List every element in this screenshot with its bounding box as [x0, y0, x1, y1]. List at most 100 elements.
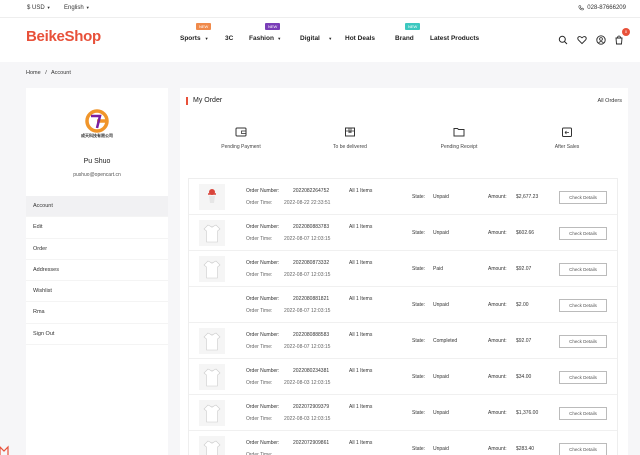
nav-item-3c[interactable]: 3C — [225, 35, 233, 42]
order-state: Unpaid — [433, 194, 449, 200]
order-number: 2022082264752 — [293, 188, 330, 194]
breadcrumb-home[interactable]: Home — [26, 70, 41, 76]
order-items-count: All 1 Items — [349, 224, 373, 230]
amount-label: Amount: — [488, 194, 507, 200]
language-selector[interactable]: English ▼ — [64, 5, 90, 11]
amount-label: Amount: — [488, 230, 507, 236]
status-label: To be delivered — [333, 144, 367, 150]
check-details-button[interactable]: Check Details — [559, 299, 607, 312]
state-label: State: — [412, 266, 426, 272]
chevron-down-icon: ▼ — [328, 36, 333, 41]
product-thumbnail — [199, 364, 225, 390]
status-label: Pending Receipt — [440, 144, 478, 150]
product-thumbnail — [199, 220, 225, 246]
table-row: Order Number: 2022080883783 All 1 Items Ord… — [189, 215, 617, 251]
product-thumbnail — [199, 328, 225, 354]
order-amount: $92.07 — [516, 338, 532, 344]
order-amount: $283.40 — [516, 446, 535, 452]
nav-item-fashion[interactable]: Fashion — [249, 35, 274, 42]
order-items-count: All 1 Items — [349, 260, 373, 266]
order-number-label: Order Number: — [246, 332, 280, 338]
search-icon[interactable] — [558, 35, 568, 45]
status-label: Pending Payment — [221, 144, 261, 150]
order-time-label: Order Time: — [246, 200, 273, 206]
order-state: Unpaid — [433, 302, 449, 308]
order-time: 2022-08-07 12:03:15 — [284, 308, 331, 314]
nav-item-digital[interactable]: Digital — [300, 35, 320, 42]
check-details-button[interactable]: Check Details — [559, 371, 607, 384]
order-amount: $2.00 — [516, 302, 529, 308]
check-details-button[interactable]: Check Details — [559, 335, 607, 348]
order-number: 2022080881821 — [293, 296, 330, 302]
sidebar-item-sign-out[interactable]: Sign Out — [26, 324, 168, 346]
order-items-count: All 1 Items — [349, 368, 373, 374]
check-details-button[interactable]: Check Details — [559, 191, 607, 204]
order-state: Unpaid — [433, 446, 449, 452]
check-details-button[interactable]: Check Details — [559, 263, 607, 276]
order-state: Unpaid — [433, 410, 449, 416]
chevron-down-icon: ▼ — [46, 5, 51, 10]
user-icon[interactable] — [596, 35, 606, 45]
order-time: 2022-08-07 12:03:15 — [284, 272, 331, 278]
sidebar-item-order[interactable]: Order — [26, 239, 168, 260]
order-items-count: All 1 Items — [349, 440, 373, 446]
order-state: Completed — [433, 338, 458, 344]
nav-badge: NEW — [265, 23, 281, 30]
all-orders-link[interactable]: All Orders — [598, 98, 622, 104]
chevron-down-icon: ▼ — [277, 36, 282, 41]
currency-selector[interactable]: $ USD ▼ — [27, 5, 51, 11]
status-to-be-delivered[interactable]: To be delivered — [305, 126, 395, 150]
order-number: 2022072909861 — [293, 440, 330, 446]
user-email: pushuo@opencart.cn — [73, 172, 121, 178]
return-icon — [562, 127, 572, 137]
order-state: Paid — [433, 266, 444, 272]
order-number: 2022072909379 — [293, 404, 330, 410]
status-after-sales[interactable]: After Sales — [522, 126, 612, 150]
status-pending-receipt[interactable]: Pending Receipt — [414, 126, 504, 150]
site-header: BeikeShop Sports ▼ NEW 3C Fashion ▼ NEW Digital… — [0, 18, 640, 62]
sidebar-item-addresses[interactable]: Addresses — [26, 260, 168, 282]
table-row: Order Number: 2022080881821 All 1 Items Ord… — [189, 287, 617, 323]
site-logo[interactable]: BeikeShop — [26, 28, 101, 45]
heart-icon[interactable] — [577, 35, 587, 45]
amount-label: Amount: — [488, 338, 507, 344]
order-number-label: Order Number: — [246, 368, 280, 374]
check-details-button[interactable]: Check Details — [559, 443, 607, 455]
order-number-label: Order Number: — [246, 224, 280, 230]
phone-icon — [578, 5, 584, 11]
order-items-count: All 1 Items — [349, 188, 373, 194]
table-row: Order Number: 2022082264752 All 1 Items Ord… — [189, 179, 617, 215]
folder-icon — [453, 128, 465, 137]
sidebar-item-rma[interactable]: Rma — [26, 302, 168, 324]
nav-item-hot-deals[interactable]: Hot Deals — [345, 35, 375, 42]
check-details-button[interactable]: Check Details — [559, 407, 607, 420]
order-number-label: Order Number: — [246, 404, 280, 410]
nav-item-latest-products[interactable]: Latest Products — [430, 35, 479, 42]
order-panel: My Order All Orders Pending Payment To b… — [180, 88, 628, 455]
state-label: State: — [412, 302, 426, 308]
sidebar-item-account[interactable]: Account — [26, 196, 168, 218]
amount-label: Amount: — [488, 266, 507, 272]
corner-logo-icon — [0, 445, 9, 455]
top-bar: $ USD ▼ English ▼ 028-87666209 — [0, 0, 640, 18]
order-time-label: Order Time: — [246, 344, 273, 350]
nav-item-brand[interactable]: Brand — [395, 35, 414, 42]
table-row: Order Number: 2022080234381 All 1 Items Ord… — [189, 359, 617, 395]
box-icon — [345, 127, 355, 137]
table-row: Order Number: 2022072909379 All 1 Items Ord… — [189, 395, 617, 431]
check-details-button[interactable]: Check Details — [559, 227, 607, 240]
status-pending-payment[interactable]: Pending Payment — [196, 126, 286, 150]
sidebar-item-wishlist[interactable]: Wishlist — [26, 281, 168, 303]
cart-icon[interactable] — [614, 35, 624, 45]
amount-label: Amount: — [488, 374, 507, 380]
order-amount: $2,677.23 — [516, 194, 539, 200]
account-sidebar: 成天科技有限公司 Pu Shuo pushuo@opencart.cn Acco… — [26, 88, 168, 455]
sidebar-item-edit[interactable]: Edit — [26, 217, 168, 239]
order-number: 2022080888583 — [293, 332, 330, 338]
account-menu: Account Edit Order Addresses Wishlist Rma Sign… — [26, 196, 168, 346]
nav-item-sports[interactable]: Sports — [180, 35, 201, 42]
status-label: After Sales — [554, 144, 580, 150]
order-state: Unpaid — [433, 230, 449, 236]
table-row: Order Number: 2022080873332 All 1 Items Ord… — [189, 251, 617, 287]
order-number: 2022080883783 — [293, 224, 330, 230]
